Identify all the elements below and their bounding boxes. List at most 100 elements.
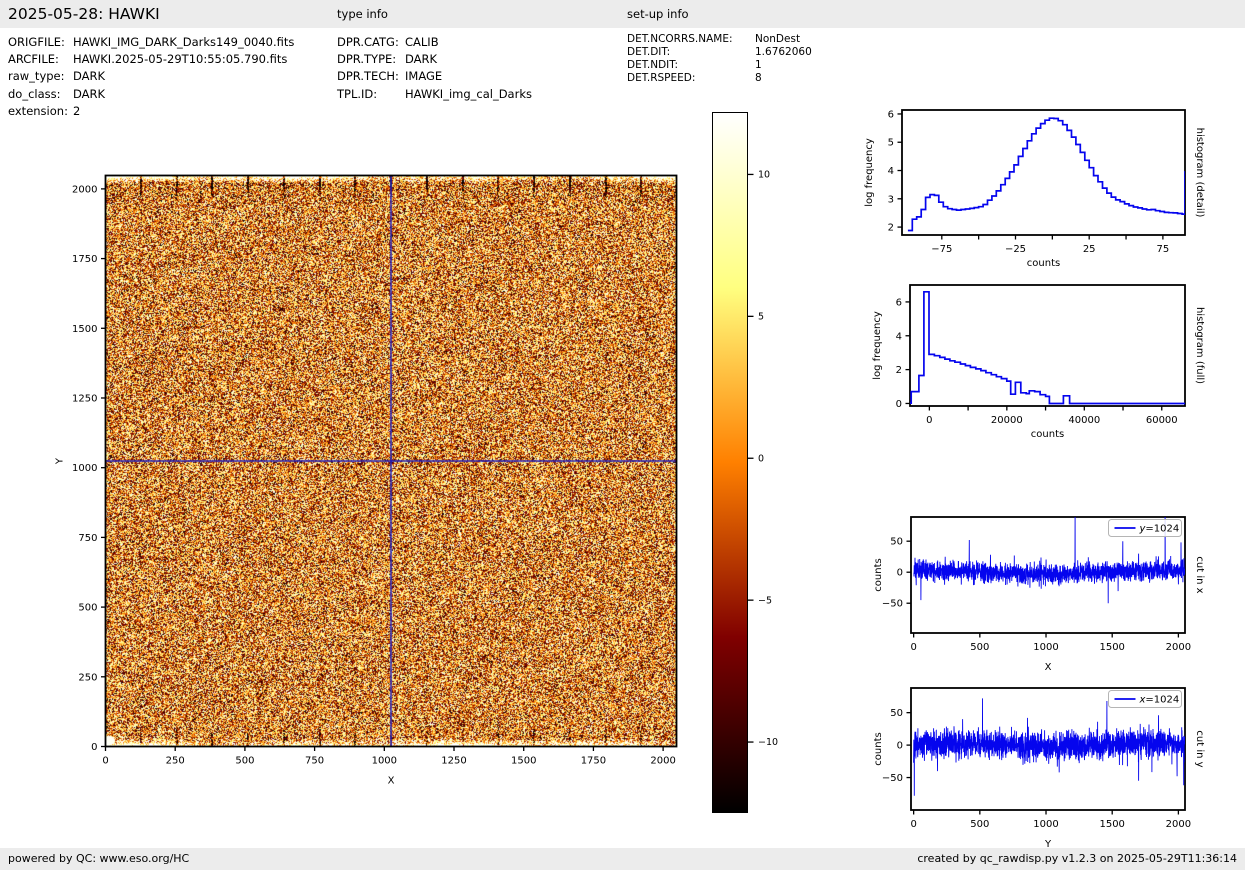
setup-info-block: DET.NCORRS.NAME:NonDest DET.DIT:1.676206… <box>627 33 812 85</box>
svg-text:counts: counts <box>873 732 884 765</box>
field-label: ORIGFILE: <box>8 34 73 51</box>
file-info-row: ARCFILE:HAWKI.2025-05-29T10:55:05.790.fi… <box>8 51 294 68</box>
svg-text:50: 50 <box>890 537 903 548</box>
field-value: DARK <box>73 69 105 83</box>
svg-text:40000: 40000 <box>1068 415 1100 426</box>
file-info-row: do_class:DARK <box>8 86 294 103</box>
svg-text:6: 6 <box>888 109 894 120</box>
footer-credit-left: powered by QC: www.eso.org/HC <box>8 848 189 870</box>
svg-text:500: 500 <box>970 819 989 830</box>
svg-text:cut in y: cut in y <box>1194 730 1205 767</box>
field-value: HAWKI.2025-05-29T10:55:05.790.fits <box>73 52 287 66</box>
file-info-row: raw_type:DARK <box>8 68 294 85</box>
svg-text:2000: 2000 <box>1166 819 1191 830</box>
footer-credit-right: created by qc_rawdisp.py v1.2.3 on 2025-… <box>917 848 1237 870</box>
type-info-header: type info <box>337 0 388 28</box>
type-info-row: DPR.TYPE:DARK <box>337 51 532 68</box>
colorbar-axis: 1050−5−10 <box>748 170 778 749</box>
field-label: DET.NCORRS.NAME: <box>627 33 755 46</box>
field-value: IMAGE <box>405 69 442 83</box>
svg-text:1750: 1750 <box>581 756 606 767</box>
svg-text:counts: counts <box>873 558 884 591</box>
svg-text:500: 500 <box>970 642 989 653</box>
svg-text:1500: 1500 <box>1099 642 1124 653</box>
svg-text:0: 0 <box>926 415 932 426</box>
field-value: HAWKI_img_cal_Darks <box>405 87 532 101</box>
cut-in-y-plot: 0500100015002000−50050Ycountscut in yx=1… <box>873 688 1205 850</box>
cut-in-y-curve <box>914 698 1185 795</box>
histogram-full-curve <box>910 292 1185 404</box>
svg-text:3: 3 <box>888 194 894 205</box>
field-label: do_class: <box>8 86 73 103</box>
svg-text:log frequency: log frequency <box>864 138 875 207</box>
svg-text:−50: −50 <box>882 599 903 610</box>
svg-text:10: 10 <box>758 170 770 181</box>
svg-text:1750: 1750 <box>72 254 97 265</box>
svg-text:500: 500 <box>235 756 254 767</box>
svg-text:2000: 2000 <box>1166 642 1191 653</box>
svg-text:0: 0 <box>896 399 902 410</box>
svg-text:histogram (detail): histogram (detail) <box>1194 128 1205 218</box>
field-label: raw_type: <box>8 68 73 85</box>
field-label: TPL.ID: <box>337 86 405 103</box>
svg-text:0: 0 <box>102 756 108 767</box>
histogram-detail-curve <box>908 118 1185 230</box>
svg-text:250: 250 <box>166 756 185 767</box>
svg-text:1000: 1000 <box>1033 819 1058 830</box>
type-info-row: DPR.TECH:IMAGE <box>337 68 532 85</box>
svg-text:20000: 20000 <box>991 415 1023 426</box>
svg-text:−75: −75 <box>931 244 952 255</box>
setup-info-row: DET.NCORRS.NAME:NonDest <box>627 33 812 46</box>
type-info-row: DPR.CATG:CALIB <box>337 34 532 51</box>
svg-text:2: 2 <box>888 223 894 234</box>
field-label: DET.NDIT: <box>627 59 755 72</box>
field-label: extension: <box>8 103 73 120</box>
field-label: DPR.TYPE: <box>337 51 405 68</box>
setup-info-row: DET.DIT:1.6762060 <box>627 46 812 59</box>
setup-info-row: DET.RSPEED:8 <box>627 72 812 85</box>
svg-text:1000: 1000 <box>372 756 397 767</box>
svg-text:histogram (full): histogram (full) <box>1194 307 1205 384</box>
svg-text:2000: 2000 <box>72 184 97 195</box>
type-info-row: TPL.ID:HAWKI_img_cal_Darks <box>337 86 532 103</box>
cut-in-x-plot: 0500100015002000−50050Xcountscut in xy=1… <box>873 513 1205 673</box>
colorbar-gradient <box>712 112 748 813</box>
field-label: DPR.CATG: <box>337 34 405 51</box>
field-value: 1 <box>755 59 762 71</box>
file-info-block: ORIGFILE:HAWKI_IMG_DARK_Darks149_0040.fi… <box>8 34 294 120</box>
field-label: DPR.TECH: <box>337 68 405 85</box>
svg-text:1500: 1500 <box>1099 819 1124 830</box>
svg-text:750: 750 <box>78 533 97 544</box>
type-info-block: DPR.CATG:CALIB DPR.TYPE:DARK DPR.TECH:IM… <box>337 34 532 103</box>
svg-text:50: 50 <box>890 708 903 719</box>
legend-label: x=1024 <box>1139 695 1180 706</box>
header-bar: 2025-05-28: HAWKI type info set-up info <box>0 0 1245 28</box>
svg-text:2000: 2000 <box>650 756 675 767</box>
svg-text:0: 0 <box>910 819 916 830</box>
svg-text:60000: 60000 <box>1146 415 1178 426</box>
field-value: 1.6762060 <box>755 46 812 58</box>
svg-text:4: 4 <box>888 166 894 177</box>
field-label: ARCFILE: <box>8 51 73 68</box>
svg-text:75: 75 <box>1157 244 1170 255</box>
svg-text:1500: 1500 <box>511 756 536 767</box>
histogram-detail-plot: −75−25257523456countslog frequencyhistog… <box>864 109 1205 269</box>
svg-text:2: 2 <box>896 365 902 376</box>
svg-text:1250: 1250 <box>72 393 97 404</box>
field-value: DARK <box>73 87 105 101</box>
setup-info-header: set-up info <box>627 0 689 28</box>
svg-text:Y: Y <box>55 457 66 465</box>
field-value: DARK <box>405 52 437 66</box>
footer-bar: powered by QC: www.eso.org/HC created by… <box>0 848 1245 870</box>
histogram-full-plot: 02000040000600000246countslog frequencyh… <box>872 285 1205 440</box>
svg-text:6: 6 <box>896 297 902 308</box>
qc-report-page: 2025-05-28: HAWKI type info set-up info … <box>0 0 1245 870</box>
field-label: DET.RSPEED: <box>627 72 755 85</box>
setup-info-row: DET.NDIT:1 <box>627 59 812 72</box>
svg-text:0: 0 <box>897 568 903 579</box>
svg-text:1500: 1500 <box>72 324 97 335</box>
svg-text:4: 4 <box>896 331 902 342</box>
svg-text:−5: −5 <box>758 595 772 606</box>
svg-text:cut in x: cut in x <box>1194 556 1205 593</box>
legend-label: y=1024 <box>1139 524 1180 535</box>
